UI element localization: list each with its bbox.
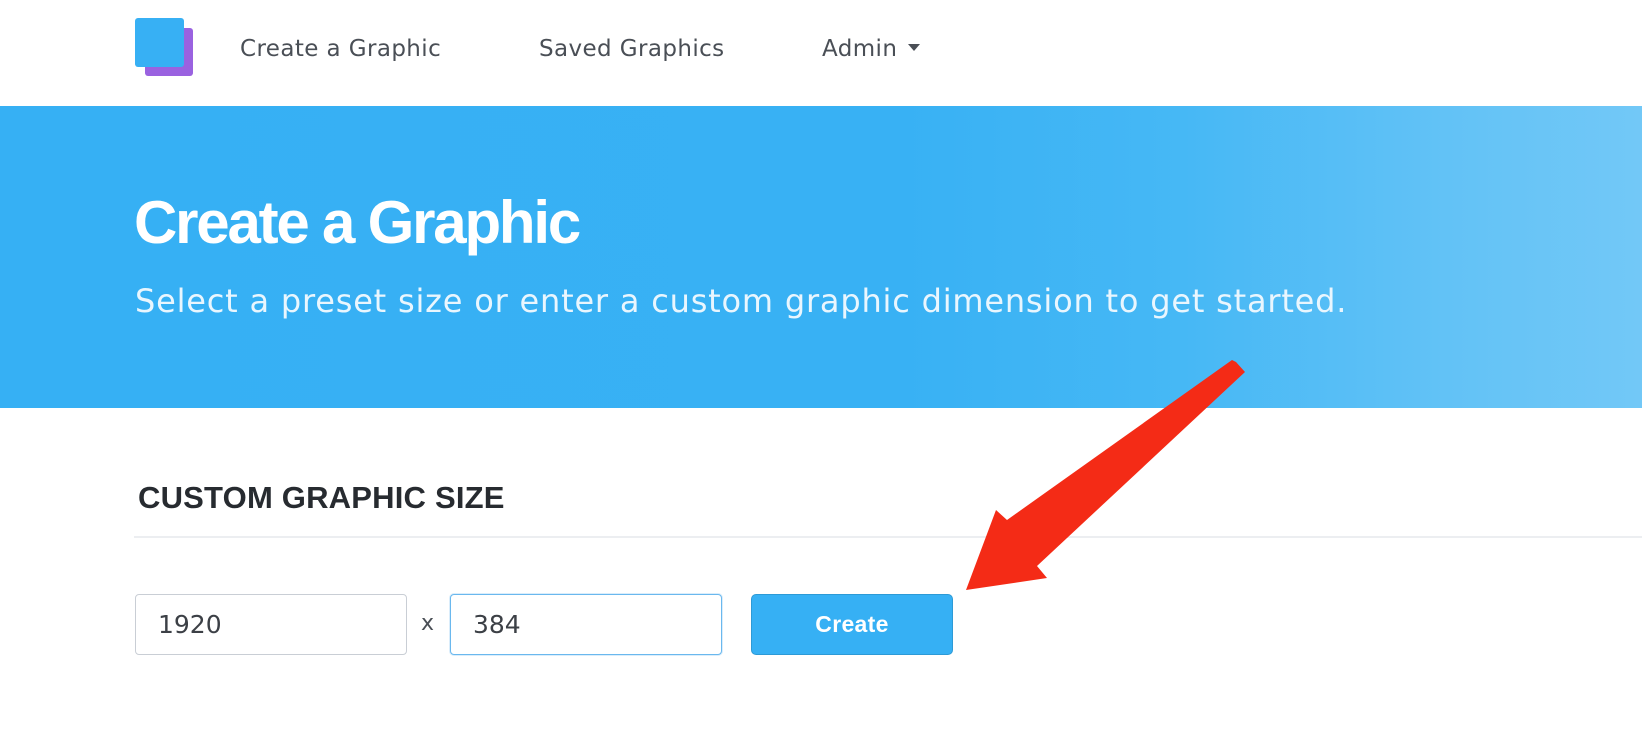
nav-admin-dropdown[interactable]: Admin <box>822 36 921 62</box>
nav-admin-label: Admin <box>822 36 898 62</box>
logo-front-square <box>135 18 184 67</box>
height-input[interactable] <box>450 594 722 655</box>
custom-size-heading: CUSTOM GRAPHIC SIZE <box>138 480 505 515</box>
nav-saved-graphics[interactable]: Saved Graphics <box>539 36 725 62</box>
section-divider <box>134 536 1642 538</box>
top-navigation: Create a Graphic Saved Graphics Admin <box>0 0 1642 107</box>
logo-icon[interactable] <box>135 18 195 78</box>
nav-create-graphic[interactable]: Create a Graphic <box>240 36 441 62</box>
width-input[interactable] <box>135 594 407 655</box>
page-title: Create a Graphic <box>134 189 581 256</box>
create-button[interactable]: Create <box>751 594 953 655</box>
caret-down-icon <box>908 44 921 51</box>
dimension-separator: x <box>421 611 435 636</box>
page-subtitle: Select a preset size or enter a custom g… <box>135 282 1348 320</box>
hero-banner: Create a Graphic Select a preset size or… <box>0 106 1642 408</box>
